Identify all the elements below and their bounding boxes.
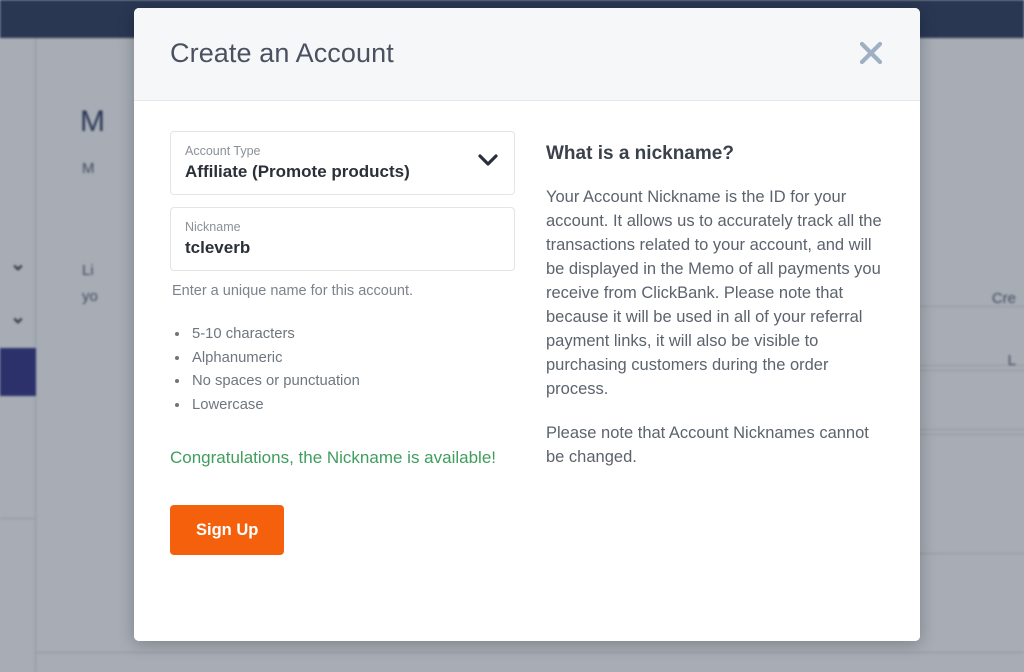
account-type-label: Account Type (185, 144, 261, 158)
close-icon[interactable] (852, 34, 890, 72)
nickname-field[interactable]: Nickname tcleverb (170, 207, 515, 271)
modal-body: Account Type Affiliate (Promote products… (134, 101, 920, 641)
info-paragraph-1: Your Account Nickname is the ID for your… (546, 188, 882, 398)
nickname-label: Nickname (185, 220, 241, 234)
modal-header: Create an Account (134, 8, 920, 101)
modal-title: Create an Account (170, 38, 394, 68)
signup-form: Account Type Affiliate (Promote products… (170, 131, 518, 641)
info-panel-title: What is a nickname? (546, 143, 734, 164)
account-type-select[interactable]: Account Type Affiliate (Promote products… (170, 131, 515, 195)
create-account-modal: Create an Account Account Type Affiliate… (134, 8, 920, 641)
list-item: 5-10 characters (190, 323, 518, 347)
nickname-info-panel: What is a nickname? Your Account Nicknam… (546, 131, 884, 641)
chevron-down-icon[interactable] (474, 146, 502, 174)
nickname-input[interactable]: tcleverb (185, 237, 500, 259)
list-item: No spaces or punctuation (190, 370, 518, 394)
page-root: ⌄ ⌄ M M Li yo Cre L Create an Account Ac… (0, 0, 1024, 672)
list-item: Lowercase (190, 394, 518, 418)
nickname-hint: Enter a unique name for this account. (172, 283, 414, 299)
account-type-value: Affiliate (Promote products) (185, 162, 410, 181)
info-paragraph-2: Please note that Account Nicknames canno… (546, 424, 869, 466)
nickname-availability-message: Congratulations, the Nickname is availab… (170, 448, 497, 467)
nickname-rules-list: 5-10 characters Alphanumeric No spaces o… (190, 323, 518, 417)
list-item: Alphanumeric (190, 347, 518, 371)
sign-up-button[interactable]: Sign Up (170, 505, 285, 555)
